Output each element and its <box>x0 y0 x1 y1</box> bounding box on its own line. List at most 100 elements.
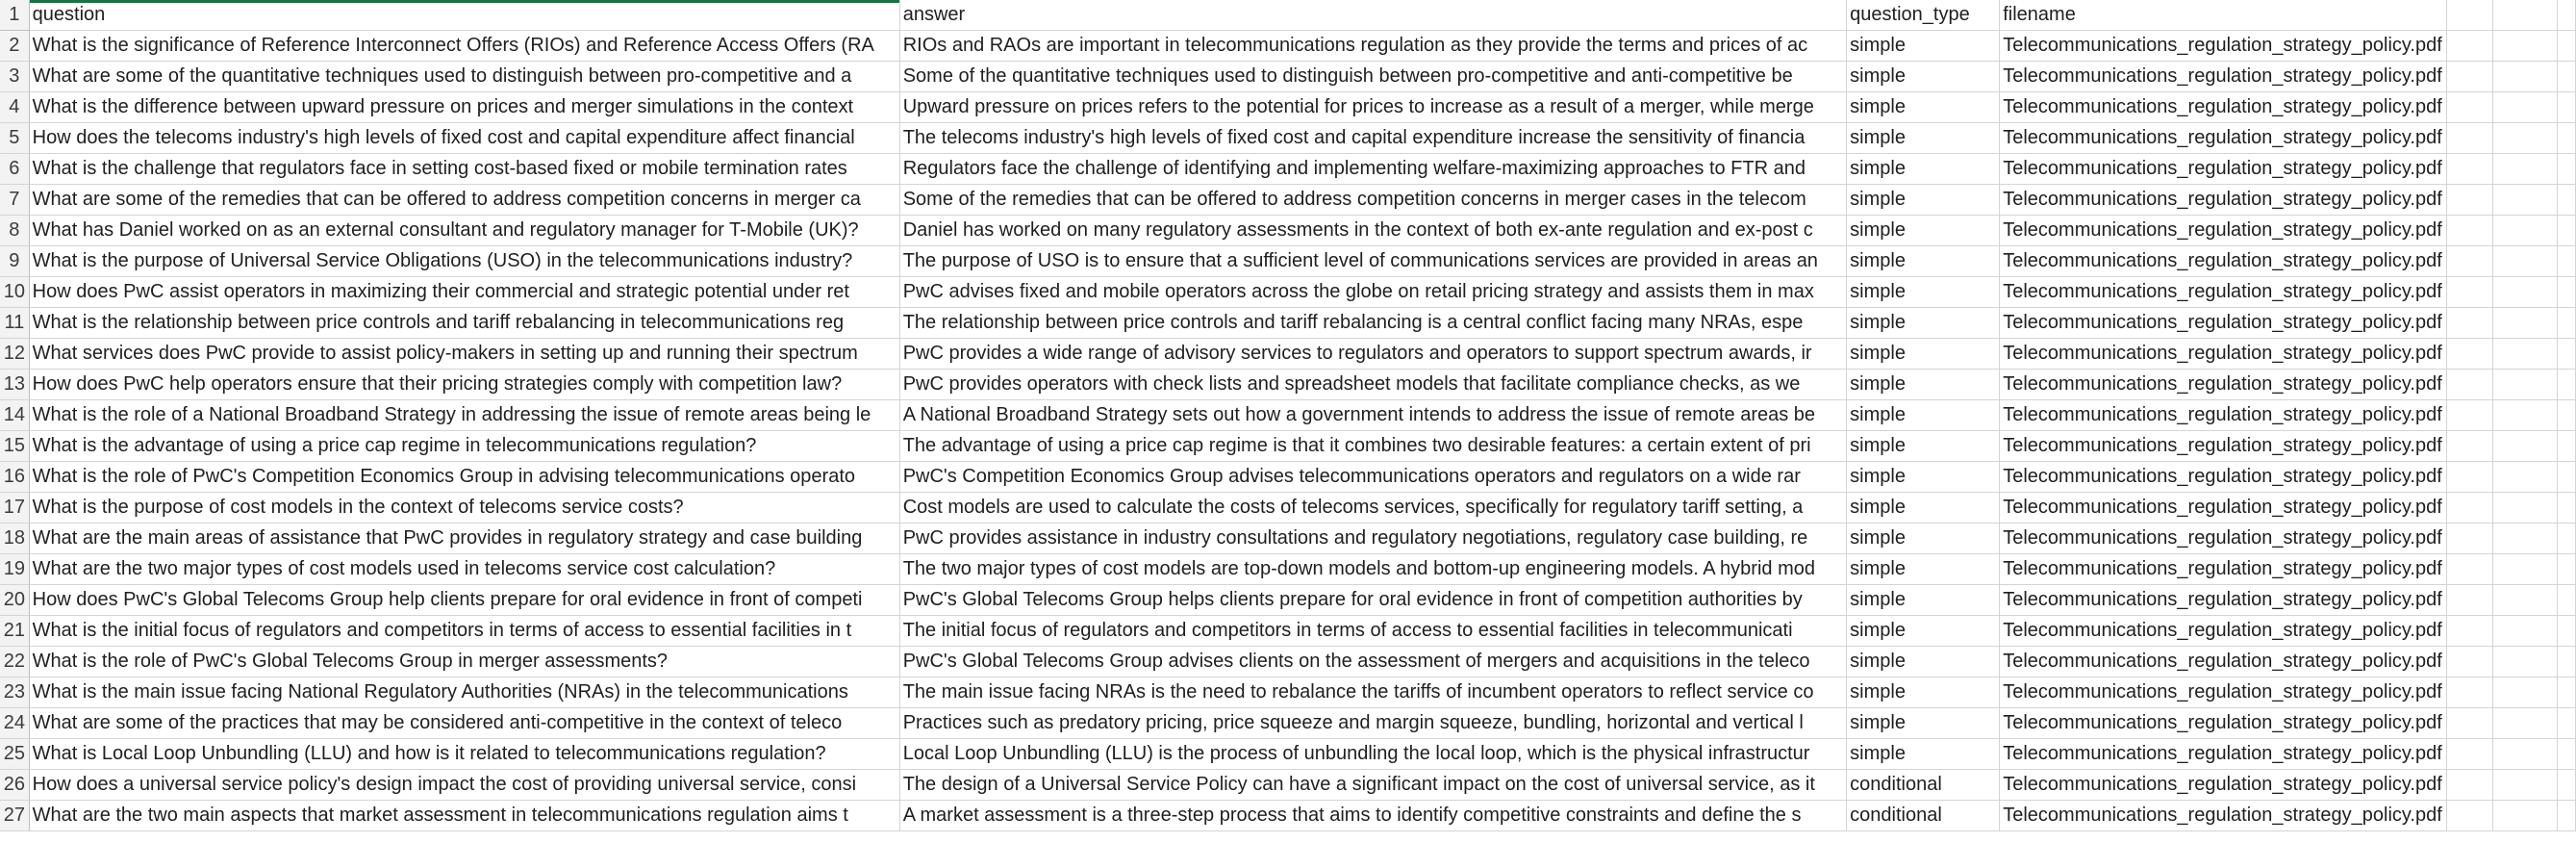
cell-empty-f[interactable] <box>2492 276 2559 308</box>
cell-question-type[interactable]: simple <box>1846 584 2001 616</box>
cell-answer[interactable]: The purpose of USO is to ensure that a s… <box>899 245 1848 277</box>
cell-empty-e[interactable] <box>2446 122 2493 154</box>
cell-filename[interactable]: Telecommunications_regulation_strategy_p… <box>1999 399 2447 431</box>
cell-empty-f[interactable] <box>2492 338 2559 370</box>
cell-question-type[interactable]: simple <box>1846 91 2001 123</box>
cell-answer[interactable]: answer <box>899 0 1848 31</box>
cell-empty-g[interactable] <box>2557 677 2576 708</box>
cell-empty-g[interactable] <box>2557 738 2576 770</box>
cell-filename[interactable]: Telecommunications_regulation_strategy_p… <box>1999 61 2447 92</box>
cell-empty-f[interactable] <box>2492 307 2559 339</box>
row-number[interactable]: 3 <box>0 61 30 92</box>
row-number[interactable]: 18 <box>0 523 30 554</box>
cell-empty-f[interactable] <box>2492 430 2559 462</box>
cell-filename[interactable]: Telecommunications_regulation_strategy_p… <box>1999 369 2447 400</box>
cell-question[interactable]: What is the role of PwC's Competition Ec… <box>29 461 900 493</box>
row-number[interactable]: 12 <box>0 338 30 370</box>
cell-empty-g[interactable] <box>2557 399 2576 431</box>
cell-question-type[interactable]: simple <box>1846 338 2001 370</box>
cell-empty-e[interactable] <box>2446 184 2493 216</box>
cell-question[interactable]: What is the challenge that regulators fa… <box>29 153 900 185</box>
cell-answer[interactable]: PwC advises fixed and mobile operators a… <box>899 276 1848 308</box>
cell-question-type[interactable]: simple <box>1846 553 2001 585</box>
row-number[interactable]: 11 <box>0 307 30 339</box>
cell-question[interactable]: How does the telecoms industry's high le… <box>29 122 900 154</box>
cell-empty-f[interactable] <box>2492 769 2559 801</box>
cell-answer[interactable]: Local Loop Unbundling (LLU) is the proce… <box>899 738 1848 770</box>
cell-filename[interactable]: Telecommunications_regulation_strategy_p… <box>1999 30 2447 62</box>
cell-question[interactable]: What is the purpose of Universal Service… <box>29 245 900 277</box>
cell-filename[interactable]: Telecommunications_regulation_strategy_p… <box>1999 184 2447 216</box>
cell-filename[interactable]: Telecommunications_regulation_strategy_p… <box>1999 338 2447 370</box>
row-number[interactable]: 17 <box>0 492 30 524</box>
cell-empty-e[interactable] <box>2446 707 2493 739</box>
cell-empty-e[interactable] <box>2446 646 2493 677</box>
cell-empty-e[interactable] <box>2446 615 2493 647</box>
cell-answer[interactable]: PwC provides a wide range of advisory se… <box>899 338 1848 370</box>
cell-empty-e[interactable] <box>2446 584 2493 616</box>
cell-filename[interactable]: Telecommunications_regulation_strategy_p… <box>1999 646 2447 677</box>
cell-empty-e[interactable] <box>2446 430 2493 462</box>
cell-answer[interactable]: A National Broadband Strategy sets out h… <box>899 399 1848 431</box>
row-number[interactable]: 27 <box>0 800 30 831</box>
cell-empty-f[interactable] <box>2492 91 2559 123</box>
row-number[interactable]: 10 <box>0 276 30 308</box>
cell-question-type[interactable]: conditional <box>1846 800 2001 831</box>
cell-empty-e[interactable] <box>2446 553 2493 585</box>
cell-answer[interactable]: The advantage of using a price cap regim… <box>899 430 1848 462</box>
cell-filename[interactable]: Telecommunications_regulation_strategy_p… <box>1999 677 2447 708</box>
cell-empty-e[interactable] <box>2446 338 2493 370</box>
row-number[interactable]: 16 <box>0 461 30 493</box>
cell-empty-g[interactable] <box>2557 307 2576 339</box>
row-number[interactable]: 9 <box>0 245 30 277</box>
cell-question-type[interactable]: simple <box>1846 461 2001 493</box>
row-number[interactable]: 8 <box>0 215 30 246</box>
cell-answer[interactable]: The two major types of cost models are t… <box>899 553 1848 585</box>
cell-question[interactable]: question <box>29 0 900 31</box>
cell-filename[interactable]: Telecommunications_regulation_strategy_p… <box>1999 553 2447 585</box>
cell-empty-e[interactable] <box>2446 215 2493 246</box>
cell-question-type[interactable]: simple <box>1846 677 2001 708</box>
cell-empty-f[interactable] <box>2492 215 2559 246</box>
cell-question-type[interactable]: simple <box>1846 245 2001 277</box>
cell-empty-e[interactable] <box>2446 523 2493 554</box>
row-number[interactable]: 7 <box>0 184 30 216</box>
cell-question[interactable]: What is the main issue facing National R… <box>29 677 900 708</box>
row-number[interactable]: 20 <box>0 584 30 616</box>
row-number[interactable]: 2 <box>0 30 30 62</box>
row-number[interactable]: 5 <box>0 122 30 154</box>
cell-question[interactable]: What are the main areas of assistance th… <box>29 523 900 554</box>
cell-answer[interactable]: Some of the quantitative techniques used… <box>899 61 1848 92</box>
cell-question-type[interactable]: simple <box>1846 61 2001 92</box>
cell-empty-e[interactable] <box>2446 399 2493 431</box>
cell-filename[interactable]: Telecommunications_regulation_strategy_p… <box>1999 584 2447 616</box>
cell-answer[interactable]: PwC provides assistance in industry cons… <box>899 523 1848 554</box>
cell-empty-f[interactable] <box>2492 399 2559 431</box>
cell-empty-g[interactable] <box>2557 430 2576 462</box>
row-number[interactable]: 1 <box>0 0 30 31</box>
cell-empty-e[interactable] <box>2446 153 2493 185</box>
cell-filename[interactable]: Telecommunications_regulation_strategy_p… <box>1999 430 2447 462</box>
cell-empty-f[interactable] <box>2492 30 2559 62</box>
cell-answer[interactable]: RIOs and RAOs are important in telecommu… <box>899 30 1848 62</box>
cell-empty-f[interactable] <box>2492 615 2559 647</box>
cell-empty-g[interactable] <box>2557 276 2576 308</box>
cell-question-type[interactable]: simple <box>1846 153 2001 185</box>
cell-filename[interactable]: Telecommunications_regulation_strategy_p… <box>1999 276 2447 308</box>
cell-answer[interactable]: The telecoms industry's high levels of f… <box>899 122 1848 154</box>
cell-filename[interactable]: Telecommunications_regulation_strategy_p… <box>1999 91 2447 123</box>
cell-filename[interactable]: Telecommunications_regulation_strategy_p… <box>1999 245 2447 277</box>
cell-empty-e[interactable] <box>2446 276 2493 308</box>
cell-empty-g[interactable] <box>2557 461 2576 493</box>
cell-question-type[interactable]: simple <box>1846 369 2001 400</box>
cell-filename[interactable]: Telecommunications_regulation_strategy_p… <box>1999 122 2447 154</box>
row-number[interactable]: 26 <box>0 769 30 801</box>
cell-question[interactable]: What is the difference between upward pr… <box>29 91 900 123</box>
cell-filename[interactable]: Telecommunications_regulation_strategy_p… <box>1999 707 2447 739</box>
cell-empty-g[interactable] <box>2557 800 2576 831</box>
cell-question-type[interactable]: simple <box>1846 646 2001 677</box>
cell-filename[interactable]: Telecommunications_regulation_strategy_p… <box>1999 800 2447 831</box>
cell-empty-e[interactable] <box>2446 91 2493 123</box>
cell-empty-g[interactable] <box>2557 553 2576 585</box>
cell-question[interactable]: What services does PwC provide to assist… <box>29 338 900 370</box>
